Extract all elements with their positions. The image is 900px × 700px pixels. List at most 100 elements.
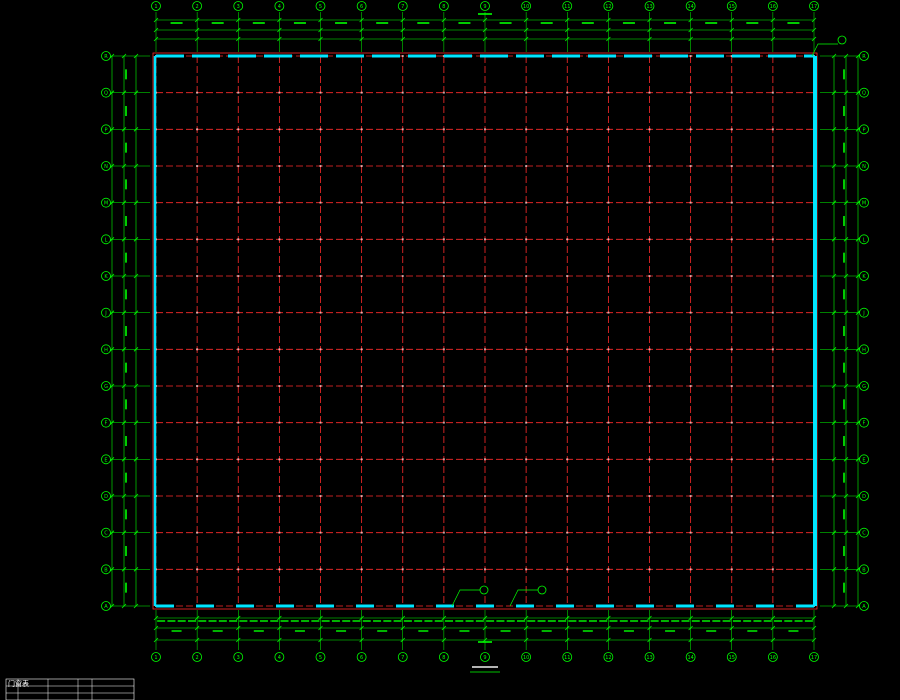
column-marker bbox=[319, 275, 322, 277]
axis-bubble-label: 10 bbox=[523, 655, 529, 661]
dim-label-mark bbox=[705, 22, 718, 24]
column-marker bbox=[566, 568, 569, 571]
dim-label-mark bbox=[540, 22, 553, 24]
column-marker bbox=[196, 568, 199, 571]
column-marker bbox=[401, 275, 404, 277]
axis-bubble-label: C bbox=[862, 531, 866, 537]
axis-bubble-label: 13 bbox=[646, 655, 652, 661]
column-marker bbox=[730, 91, 733, 94]
dim-label-mark bbox=[804, 620, 813, 622]
axis-bubble-label: L bbox=[863, 237, 866, 243]
axis-bubble-label: 6 bbox=[360, 655, 363, 661]
axis-bubble-top-7: 7 bbox=[397, 1, 408, 11]
dim-label-mark bbox=[843, 179, 845, 190]
dim-label-mark bbox=[171, 630, 182, 632]
axis-bubble-label: 7 bbox=[401, 4, 404, 10]
column-marker bbox=[360, 348, 363, 351]
column-marker bbox=[360, 165, 363, 167]
axis-bubble-left-A: A bbox=[101, 601, 111, 611]
column-marker bbox=[237, 495, 240, 497]
dim-label-mark bbox=[125, 436, 127, 446]
column-marker bbox=[360, 568, 363, 571]
column-marker bbox=[566, 275, 569, 277]
axis-bubble-left-K: K bbox=[101, 271, 111, 281]
axis-bubble-bottom-5: 5 bbox=[315, 652, 326, 662]
dim-label-mark bbox=[465, 620, 474, 622]
dim-label-mark bbox=[843, 289, 845, 300]
dim-label-mark bbox=[843, 142, 845, 153]
dim-label-mark bbox=[843, 436, 845, 446]
axis-bubble-label: 15 bbox=[729, 4, 735, 10]
axis-bubble-label: 8 bbox=[442, 655, 445, 661]
axis-bubble-left-J: J bbox=[101, 307, 111, 318]
callout-bubble-1 bbox=[479, 585, 489, 595]
dim-label-mark bbox=[125, 326, 127, 336]
column-marker bbox=[607, 568, 610, 571]
column-marker bbox=[319, 238, 322, 241]
column-marker bbox=[401, 421, 404, 424]
column-marker bbox=[566, 238, 569, 241]
column-marker bbox=[442, 531, 445, 534]
dim-label-mark bbox=[253, 630, 264, 632]
callout-leader-2 bbox=[509, 589, 538, 607]
axis-bubble-label: M bbox=[104, 201, 108, 207]
axis-bubble-top-10: 10 bbox=[521, 1, 532, 11]
dim-label-mark bbox=[499, 22, 512, 24]
dim-label-mark bbox=[843, 472, 845, 483]
dim-label-mark bbox=[218, 620, 227, 622]
axis-bubble-label: R bbox=[104, 54, 108, 60]
column-marker bbox=[771, 348, 774, 351]
axis-bubble-right-R: R bbox=[859, 51, 869, 61]
column-marker bbox=[607, 311, 610, 314]
column-marker bbox=[566, 495, 569, 497]
column-marker bbox=[278, 495, 281, 497]
drawing-title-mark bbox=[472, 666, 498, 668]
axis-bubble-label: 12 bbox=[605, 655, 611, 661]
dim-label-mark bbox=[747, 630, 758, 632]
dim-label-mark bbox=[619, 620, 628, 622]
dim-label-mark bbox=[125, 106, 127, 116]
column-marker bbox=[319, 165, 322, 167]
axis-bubble-label: D bbox=[104, 494, 108, 500]
column-marker bbox=[196, 201, 199, 204]
dim-label-mark bbox=[843, 106, 845, 116]
column-marker bbox=[237, 531, 240, 534]
dim-label-mark bbox=[294, 630, 305, 632]
column-marker bbox=[278, 385, 281, 387]
column-marker bbox=[689, 275, 692, 277]
axis-bubble-label: 4 bbox=[278, 4, 281, 10]
axis-bubble-label: 16 bbox=[770, 4, 776, 10]
column-marker bbox=[401, 531, 404, 534]
column-marker bbox=[278, 568, 281, 571]
column-marker bbox=[319, 568, 322, 571]
column-marker bbox=[278, 311, 281, 314]
axis-bubble-left-P: P bbox=[101, 124, 111, 135]
dim-label-mark bbox=[722, 620, 731, 622]
column-marker bbox=[196, 495, 199, 497]
column-marker bbox=[237, 311, 240, 314]
axis-bubble-label: H bbox=[862, 347, 866, 353]
axis-bubble-left-Q: Q bbox=[101, 87, 111, 98]
axis-bubble-bottom-4: 4 bbox=[274, 652, 285, 662]
axis-bubble-top-14: 14 bbox=[685, 1, 696, 11]
column-marker bbox=[484, 128, 486, 131]
dim-label-mark bbox=[125, 216, 127, 226]
axis-bubble-label: N bbox=[862, 164, 866, 170]
column-marker bbox=[237, 128, 240, 131]
column-marker bbox=[771, 311, 774, 314]
column-marker bbox=[607, 128, 610, 131]
callout-bubble-2 bbox=[537, 585, 547, 595]
axis-bubble-right-E: E bbox=[859, 454, 869, 465]
dim-label-mark bbox=[211, 22, 224, 24]
dim-label-mark bbox=[417, 22, 430, 24]
dim-label-mark bbox=[376, 22, 389, 24]
column-marker bbox=[237, 568, 240, 571]
dim-label-mark bbox=[424, 620, 433, 622]
column-marker bbox=[730, 495, 733, 497]
dim-label-mark bbox=[208, 620, 217, 622]
dim-label-mark bbox=[650, 620, 659, 622]
axis-bubble-bottom-17: 17 bbox=[809, 652, 819, 662]
column-marker bbox=[525, 458, 528, 461]
axis-bubble-label: 1 bbox=[154, 4, 157, 10]
axis-bubble-label: H bbox=[104, 347, 108, 353]
